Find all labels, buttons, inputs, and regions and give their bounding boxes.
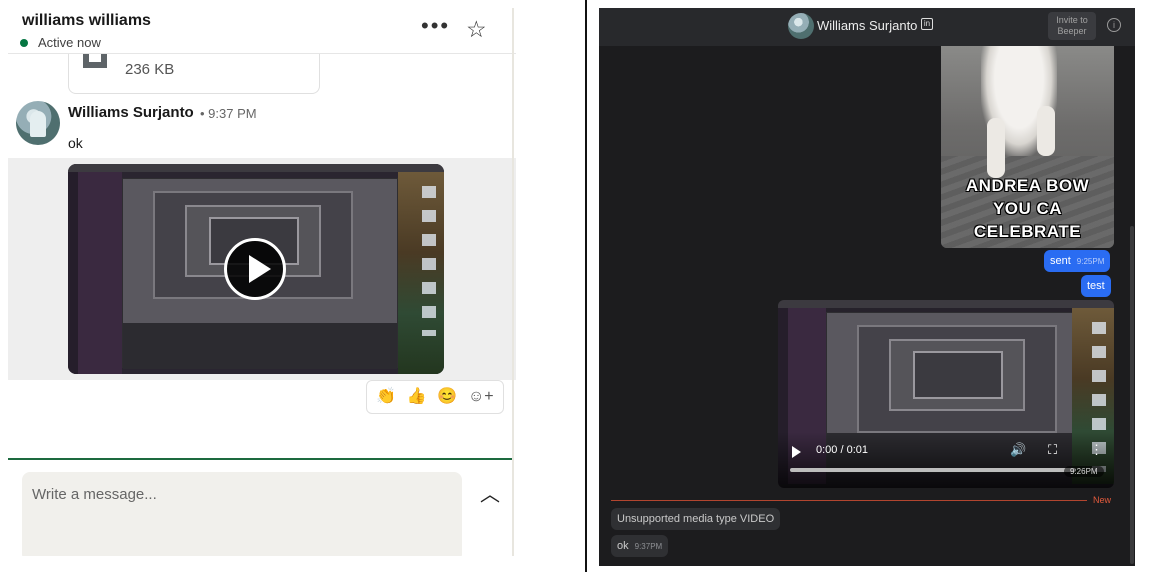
screenshot-menubar: [778, 300, 1114, 308]
message-composer[interactable]: [22, 472, 462, 556]
screenshot-nested-window: [913, 351, 1003, 399]
chat-title[interactable]: Williams Surjanto: [817, 18, 917, 33]
play-icon[interactable]: [792, 446, 801, 458]
video-progress-bar[interactable]: [790, 468, 1076, 472]
online-dot-icon: [20, 38, 28, 47]
video-message[interactable]: 0:00 / 0:01 🔊 ⛶ ⋮: [778, 300, 1114, 488]
info-icon[interactable]: i: [1107, 18, 1121, 32]
ellipsis-icon[interactable]: •••: [421, 15, 450, 37]
sender-avatar[interactable]: [16, 101, 60, 145]
panel-border: [512, 8, 514, 556]
composer-divider: [8, 458, 514, 460]
contact-name[interactable]: williams williams: [22, 12, 151, 30]
screenshot-control-panel: [123, 323, 397, 369]
message-text: ok: [617, 540, 629, 552]
screenshot-divider: [585, 0, 587, 572]
thumbs-up-reaction-icon[interactable]: 👍: [407, 387, 427, 407]
sender-name[interactable]: Williams Surjanto: [68, 104, 194, 121]
message-time: • 9:37 PM: [200, 106, 257, 121]
outgoing-message[interactable]: sent 9:25PM: [1044, 250, 1111, 272]
incoming-message[interactable]: Unsupported media type VIDEO: [611, 508, 781, 530]
message-time-value: 9:37 PM: [208, 106, 257, 121]
chat-avatar[interactable]: [788, 13, 814, 39]
document-icon: [83, 54, 107, 68]
gif-cat-leg: [1037, 106, 1055, 156]
video-attachment[interactable]: [68, 164, 444, 374]
message-text: sent: [1050, 255, 1071, 267]
conversation-header: williams williams Active now ••• ☆: [8, 8, 516, 54]
linkedin-icon: in: [921, 18, 933, 30]
smile-reaction-icon[interactable]: 😊: [437, 387, 457, 407]
file-attachment[interactable]: 236 KB: [68, 54, 320, 94]
message-text: test: [1087, 280, 1105, 292]
screenshot-menubar: [68, 164, 444, 172]
fullscreen-icon[interactable]: ⛶: [1048, 442, 1057, 458]
video-controls-overlay: [778, 432, 1114, 488]
scrollbar[interactable]: [1130, 226, 1134, 564]
screenshot-sidebar: [78, 172, 122, 374]
message-time: 9:37PM: [634, 541, 663, 551]
screenshot-dock: [68, 172, 78, 374]
chat-header: Williams Surjanto in Invite to Beeper i: [599, 8, 1135, 46]
linkedin-messaging-panel: williams williams Active now ••• ☆ 236 K…: [8, 8, 516, 556]
gif-caption: ANDREA BOW YOU CA CELEBRATE: [965, 176, 1090, 241]
incoming-message[interactable]: ok 9:37PM: [611, 535, 669, 557]
message-input[interactable]: [32, 486, 432, 503]
clap-reaction-icon[interactable]: 👏: [376, 387, 396, 407]
gif-cat-leg: [987, 118, 1005, 178]
screenshot-nested-window: [889, 339, 1025, 411]
volume-icon[interactable]: 🔊: [1010, 442, 1026, 458]
reaction-bar: 👏 👍 😊 ☺+: [366, 380, 504, 414]
add-reaction-icon[interactable]: ☺+: [468, 387, 494, 407]
new-messages-divider: [611, 500, 1087, 501]
presence-status: Active now: [20, 35, 101, 50]
gif-message[interactable]: ANDREA BOW YOU CA CELEBRATE: [941, 46, 1114, 248]
more-options-icon[interactable]: ⋮: [1090, 442, 1103, 458]
video-time: 0:00 / 0:01: [816, 444, 868, 456]
message-text: ok: [68, 135, 83, 151]
message-time: 9:25PM: [1076, 256, 1105, 266]
beeper-chat-panel: Williams Surjanto in Invite to Beeper i …: [599, 8, 1135, 566]
screenshot-wallpaper: [398, 172, 444, 374]
screenshot-desktop-icons: [422, 186, 436, 336]
play-icon[interactable]: [224, 238, 286, 300]
star-icon[interactable]: ☆: [466, 18, 487, 41]
status-text: Active now: [38, 35, 101, 50]
file-size: 236 KB: [125, 61, 175, 78]
invite-to-beeper-button[interactable]: Invite to Beeper: [1048, 12, 1096, 40]
chevron-up-icon[interactable]: ︿: [480, 478, 500, 507]
message-text: Unsupported media type VIDEO: [617, 513, 775, 525]
screen: williams williams Active now ••• ☆ 236 K…: [0, 0, 1160, 572]
outgoing-message[interactable]: test: [1081, 275, 1111, 297]
video-timestamp: 9:26PM: [1064, 466, 1104, 477]
screenshot-nested-window: [857, 325, 1057, 433]
new-messages-label: New: [1093, 495, 1112, 505]
